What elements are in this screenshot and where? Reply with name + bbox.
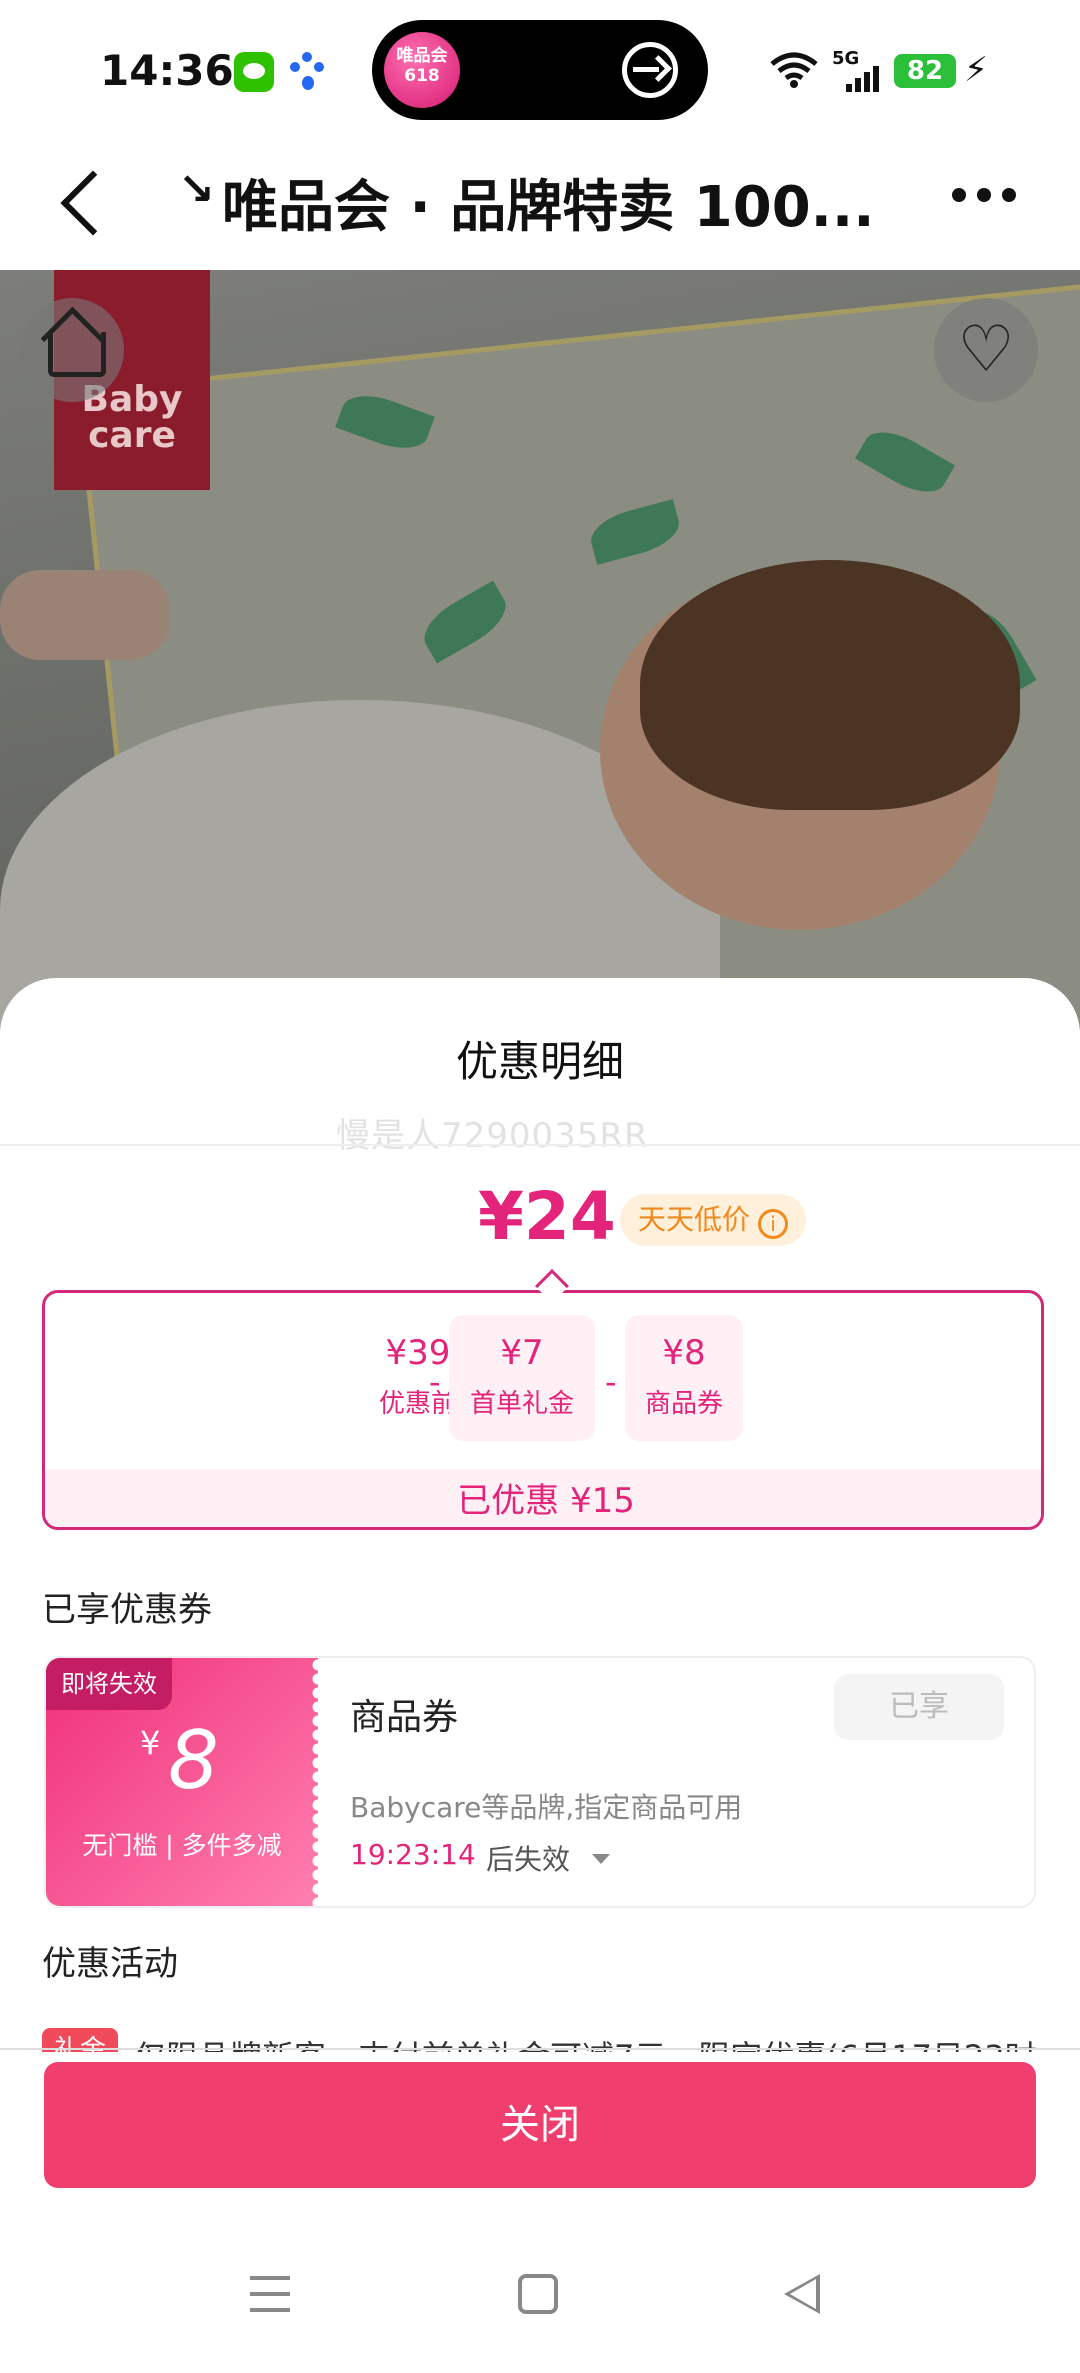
wechat-icon (234, 52, 274, 92)
status-time: 14:36 (100, 46, 234, 95)
dynamic-island[interactable]: 唯品会 618 (372, 20, 708, 120)
price-tag-label: 天天低价 (638, 1203, 751, 1236)
page-title: 唯品会 · 品牌特卖 100... (222, 175, 875, 240)
product-coupon-label: 商品券 (644, 1389, 723, 1419)
coupon-value-panel: 即将失效 ¥ 8 无门槛 | 多件多减 (46, 1658, 325, 1906)
more-icon[interactable] (952, 188, 1016, 202)
first-order-gift-value: ¥7 (500, 1333, 544, 1373)
product-coupon-value: ¥8 (662, 1333, 706, 1373)
baidu-icon (290, 52, 326, 92)
battery-icon: 82 (894, 54, 956, 88)
coupon-used-button[interactable]: 已享 (834, 1674, 1004, 1740)
final-price: ¥24 (478, 1178, 616, 1255)
chevron-down-icon[interactable] (592, 1854, 610, 1864)
minimize-icon[interactable]: ↘ (178, 164, 215, 215)
minus-sign: - (605, 1363, 617, 1401)
signal-icon: 5G (832, 48, 882, 92)
coupon-amount: 8 (168, 1714, 219, 1807)
first-order-gift-item: ¥7 首单礼金 (449, 1315, 595, 1441)
charge-icon: ⚡ (964, 50, 988, 90)
title-bar: ↘ 唯品会 · 品牌特卖 100... (0, 140, 1080, 270)
coupon-name: 商品券 (350, 1697, 459, 1738)
info-icon[interactable]: i (758, 1209, 789, 1239)
signal-label: 5G (832, 48, 860, 69)
divider (0, 2048, 1080, 2050)
back-triangle-icon[interactable] (784, 2274, 820, 2314)
coupon-currency: ¥ (140, 1724, 161, 1762)
close-button[interactable]: 关闭 (44, 2062, 1036, 2188)
expiring-tag: 即将失效 (46, 1658, 172, 1710)
product-image: Baby care ♡ (0, 270, 1080, 1030)
watermark: 慢是人7290035RR (336, 1116, 649, 1156)
product-coupon-item: ¥8 商品券 (625, 1315, 743, 1441)
coupon-countdown: 19:23:14 (350, 1838, 476, 1871)
coupon-section-title: 已享优惠券 (42, 1590, 212, 1630)
baby-arm-shape (0, 570, 170, 660)
coupon-condition: 无门槛 | 多件多减 (82, 1831, 282, 1860)
baby-hair-shape (640, 560, 1020, 810)
back-icon[interactable] (60, 170, 126, 236)
home-icon[interactable] (20, 298, 124, 402)
price-calculation: ¥39 优惠前 - ¥7 首单礼金 - ¥8 商品券 已优惠 ¥15 (42, 1290, 1044, 1530)
wifi-icon (770, 52, 818, 88)
enter-arrow-icon[interactable] (622, 42, 678, 98)
vipshop-logo-icon: 唯品会 618 (384, 32, 460, 108)
divider (0, 1144, 1080, 1146)
sheet-title: 优惠明细 (455, 1037, 624, 1086)
coupon-card[interactable]: 即将失效 ¥ 8 无门槛 | 多件多减 商品券 已享 Babycare等品牌,指… (44, 1656, 1036, 1908)
menu-icon[interactable] (250, 2274, 290, 2314)
activity-section-title: 优惠活动 (42, 1944, 178, 1984)
price-row: ¥24 天天低价 i (0, 1178, 1080, 1258)
coupon-description: Babycare等品牌,指定商品可用 (350, 1791, 743, 1824)
discount-detail-sheet: 优惠明细 慢是人7290035RR ¥24 天天低价 i ¥39 优惠前 - ¥7… (0, 978, 1080, 2373)
heart-plus-icon[interactable]: ♡ (934, 298, 1038, 402)
first-order-gift-label: 首单礼金 (469, 1389, 574, 1419)
status-bar: 14:36 唯品会 618 5G 82 ⚡ (0, 0, 1080, 140)
system-nav-bar (0, 2230, 1080, 2373)
home-square-icon[interactable] (518, 2274, 558, 2314)
price-tag[interactable]: 天天低价 i (620, 1194, 807, 1246)
coupon-expire-label[interactable]: 后失效 (486, 1838, 570, 1878)
saved-total: 已优惠 ¥15 (45, 1469, 1041, 1527)
minus-sign: - (429, 1363, 441, 1401)
